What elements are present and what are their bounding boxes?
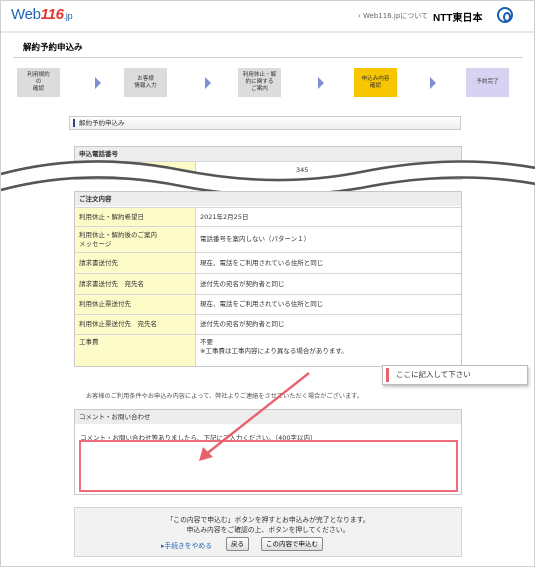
page-title: 解約予約申込み [23, 43, 83, 53]
ntt-logo-icon [497, 7, 513, 23]
step-5: 予約完了 [466, 68, 509, 97]
logo-domain: .jp [63, 11, 73, 21]
order-row-label: 利用休止・解約後のご案内 メッセージ [75, 226, 195, 252]
submit-instruction-2: 申込み内容をご確認の上、ボタンを押してください。 [186, 526, 350, 534]
order-row-value: 送付先の宛名が契約者と同じ [195, 314, 461, 334]
pointer-arrow [199, 372, 310, 461]
step-arrow-icon [95, 77, 101, 89]
submit-instruction-1: 「この内容で申込む」ボタンを押すとお申込みが完了となります。 [166, 516, 370, 524]
cancel-link-label: 手続きをやめる [164, 542, 212, 550]
order-row-value: 電話番号を案内しない（パターン１） [195, 226, 461, 252]
step-2: お客様 情報入力 [124, 68, 167, 97]
order-row-value: 送付先の宛名が契約者と同じ [195, 273, 461, 294]
order-row-label: 工事費 [75, 334, 195, 366]
input-hint-callout: ここに記入して下さい [382, 365, 528, 385]
order-row-value: 現在、電話をご利用されている住所と同じ [195, 252, 461, 273]
header-divider [1, 31, 534, 33]
step-arrow-icon [430, 77, 436, 89]
order-row-label: 利用休止票送付先 宛先名 [75, 314, 195, 334]
title-divider [13, 57, 523, 58]
logo-number: 116 [40, 6, 64, 23]
step-4-current: 申込み内容 確認 [354, 68, 397, 97]
step-arrow-icon [318, 77, 324, 89]
order-row-value: 2021年2月25日 [195, 207, 461, 226]
logo-text: Web [11, 6, 41, 23]
step-arrow-icon [205, 77, 211, 89]
order-row-label: 請求書送付先 宛先名 [75, 273, 195, 294]
submit-panel: 「この内容で申込む」ボタンを押すとお申込みが完了となります。 申込み内容をご確認… [74, 507, 462, 557]
site-header: Web116.jp › Web116.jpについて NTT東日本 [1, 1, 534, 31]
about-link[interactable]: › Web116.jpについて [358, 11, 428, 21]
order-details-box: ご注文内容 利用休止・解約希望日 2021年2月25日 利用休止・解約後のご案内… [74, 191, 462, 367]
about-link-label: Web116.jpについて [363, 12, 429, 20]
order-row-label: 請求書送付先 [75, 252, 195, 273]
order-row-value: 不要 ※工事費は工事内容により異なる場合があります。 [195, 334, 461, 366]
section-header: 解約予約申込み [69, 116, 461, 130]
web116-logo[interactable]: Web116.jp [11, 6, 73, 23]
order-row-label: 利用休止票送付先 [75, 294, 195, 314]
step-1: 利用規約 の 確認 [17, 68, 60, 97]
cancel-procedure-link[interactable]: ▸手続きをやめる [161, 540, 212, 550]
ntt-east-logo: NTT東日本 [433, 13, 483, 24]
back-button[interactable]: 戻る [226, 537, 249, 551]
order-row-label: 利用休止・解約希望日 [75, 207, 195, 226]
torn-page-wave [1, 160, 535, 192]
order-row-value: 現在、電話をご利用されている住所と同じ [195, 294, 461, 314]
submit-button[interactable]: この内容で申込む [261, 537, 323, 551]
order-box-head: ご注文内容 [75, 192, 461, 206]
step-3: 利用休止・解 約に関する ご案内 [238, 68, 281, 97]
page-frame: Web116.jp › Web116.jpについて NTT東日本 解約予約申込み… [0, 0, 535, 567]
